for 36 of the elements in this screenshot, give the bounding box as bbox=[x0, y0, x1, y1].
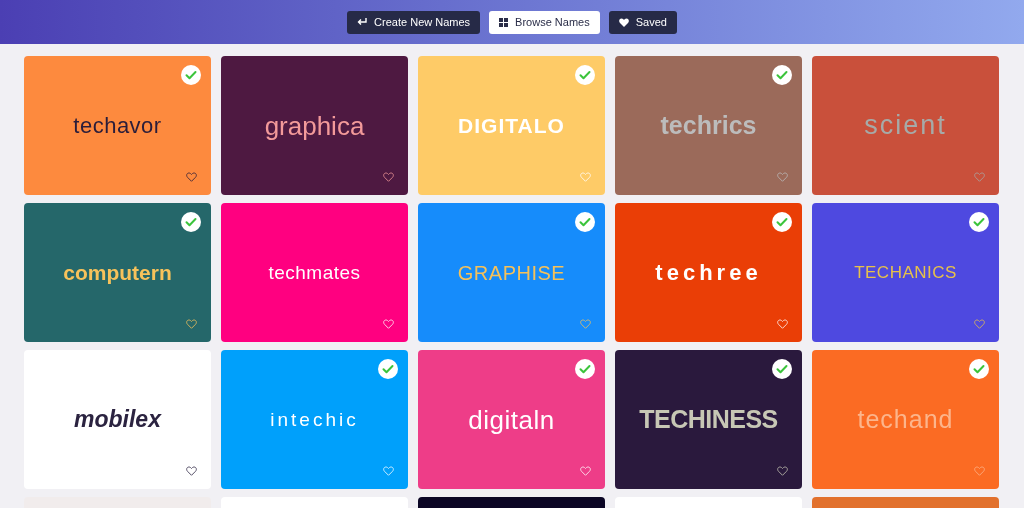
logo-card[interactable]: techmates bbox=[221, 203, 408, 342]
nav-button[interactable]: Saved bbox=[608, 10, 677, 34]
heart-outline-icon[interactable] bbox=[186, 172, 197, 182]
logo-card[interactable]: techrics bbox=[615, 56, 802, 195]
nav-button[interactable]: Browse Names bbox=[489, 10, 600, 34]
logo-name: techand bbox=[857, 407, 954, 432]
logo-card[interactable]: graphica bbox=[221, 56, 408, 195]
logo-name: TECHANICS bbox=[854, 264, 957, 281]
return-arrow-icon bbox=[357, 18, 368, 26]
logo-name: digitaln bbox=[468, 406, 555, 433]
grid-icon bbox=[499, 17, 509, 27]
logo-name: intechic bbox=[270, 410, 359, 429]
logo-name: TECHINESS bbox=[639, 407, 778, 432]
logo-card[interactable]: mobilex bbox=[24, 350, 211, 489]
logo-card[interactable]: techavor bbox=[24, 56, 211, 195]
logo-name: techrics bbox=[660, 113, 757, 138]
logo-name: techavor bbox=[73, 114, 162, 137]
logo-card[interactable]: intechic bbox=[221, 350, 408, 489]
logo-name: scient bbox=[864, 112, 947, 139]
heart-outline-icon[interactable] bbox=[186, 466, 197, 476]
logo-name: computern bbox=[63, 262, 172, 283]
logo-name: GRAPHISE bbox=[457, 262, 566, 283]
logo-name: graphica bbox=[264, 112, 365, 139]
logo-card[interactable]: computern bbox=[24, 203, 211, 342]
logo-card[interactable]: TECHINESS bbox=[615, 350, 802, 489]
heart-icon bbox=[618, 17, 629, 27]
logo-name: DIGITALO bbox=[458, 115, 565, 136]
logo-card[interactable]: digitaln bbox=[418, 350, 605, 489]
logo-card[interactable]: techree bbox=[615, 203, 802, 342]
logo-name: techree bbox=[655, 261, 762, 284]
logo-name: techmates bbox=[268, 263, 361, 282]
logo-card[interactable]: TECHANICS bbox=[812, 203, 999, 342]
nav-button[interactable]: Create New Names bbox=[347, 10, 481, 34]
logo-card[interactable]: GRAPHISE bbox=[418, 203, 605, 342]
heart-outline-icon[interactable] bbox=[383, 172, 394, 182]
logo-name: mobilex bbox=[74, 408, 161, 431]
